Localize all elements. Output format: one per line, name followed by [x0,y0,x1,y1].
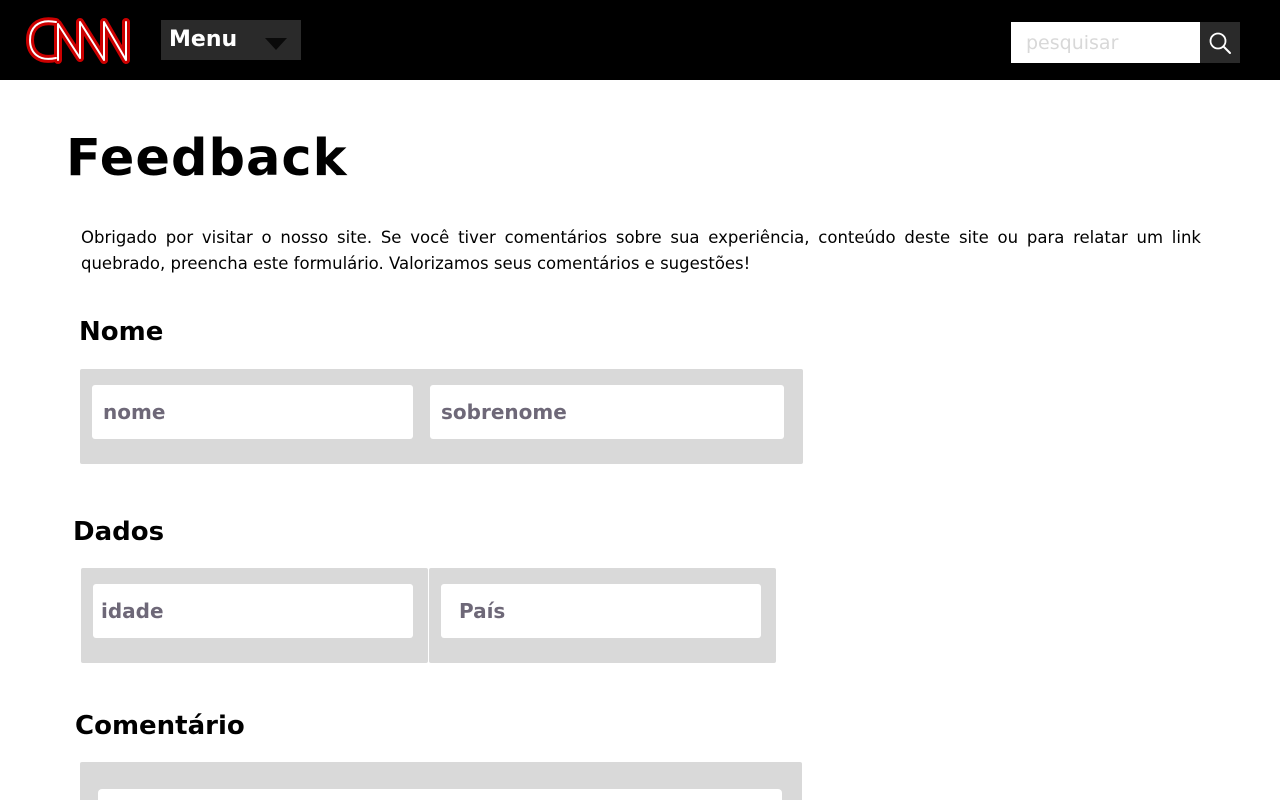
comment-field-panel [80,762,802,800]
chevron-down-icon [265,38,287,50]
age-field-panel [81,568,428,663]
section-title-comentario: Comentário [75,711,245,741]
menu-dropdown-button[interactable]: Menu [161,20,301,60]
country-field[interactable] [441,584,761,638]
section-title-dados: Dados [73,517,165,547]
comment-textarea[interactable] [98,789,782,800]
first-name-field[interactable] [92,385,413,439]
search-icon [1209,32,1231,54]
menu-label: Menu [169,27,238,52]
age-field[interactable] [93,584,413,638]
search-input[interactable] [1011,22,1200,63]
name-fields-panel [80,369,803,464]
page-title: Feedback [66,129,348,188]
search-button[interactable] [1200,22,1240,63]
top-navigation-bar: Menu [0,0,1280,80]
section-title-nome: Nome [79,317,164,347]
cnn-logo-icon [26,17,130,64]
last-name-field[interactable] [430,385,784,439]
cnn-logo[interactable] [26,14,134,66]
intro-paragraph: Obrigado por visitar o nosso site. Se vo… [81,228,1201,273]
country-field-panel [429,568,776,663]
